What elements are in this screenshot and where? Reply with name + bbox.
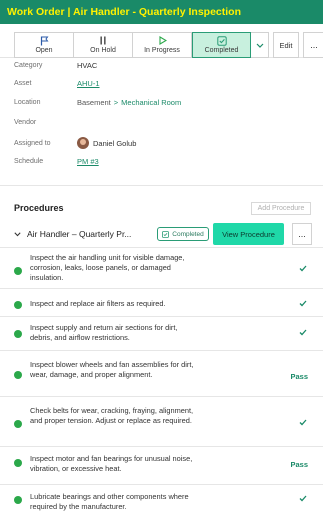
status-completed-label: Completed [204,47,239,54]
procedure-group-header: Air Handler – Quarterly Pr... Completed … [14,223,314,245]
assignee[interactable]: Daniel Golub [77,137,136,149]
procedure-task-row: Check belts for wear, cracking, fraying,… [0,396,323,446]
play-icon [158,35,167,46]
check-icon [299,329,307,338]
status-dropdown-button[interactable] [251,33,268,57]
status-in-progress-button[interactable]: In Progress [133,33,192,57]
check-icon [299,300,307,309]
view-procedure-button[interactable]: View Procedure [213,223,284,245]
vendor-label: Vendor [14,119,37,126]
completed-dot-icon [14,330,22,338]
task-text: Inspect blower wheels and fan assemblies… [30,360,194,379]
procedure-task-row: Inspect motor and fan bearings for unusu… [0,446,323,484]
status-open-label: Open [35,47,53,54]
completed-dot-icon [14,371,22,379]
status-open-button[interactable]: Open [15,33,74,57]
category-label: Category [14,62,43,69]
schedule-link[interactable]: PM #3 [77,157,99,166]
task-text: Inspect supply and return air sections f… [30,323,178,342]
schedule-link-text[interactable]: PM #3 [77,157,99,166]
status-completed-button[interactable]: Completed [192,32,251,58]
task-result: Pass [290,460,308,469]
check-square-icon [216,35,227,46]
assigned-to-label: Assigned to [14,140,51,147]
edit-button[interactable]: Edit [273,32,299,58]
task-text: Inspect motor and fan bearings for unusu… [30,454,193,473]
procedure-task-row: Inspect the air handling unit for visibl… [0,247,323,288]
procedure-more-button[interactable]: ... [292,223,312,245]
location-label: Location [14,99,41,106]
status-toolbar: Open On Hold In Progress Completed Edit [0,24,323,58]
procedure-group-name[interactable]: Air Handler – Quarterly Pr... [27,229,151,239]
check-icon [299,495,307,504]
task-text: Inspect the air handling unit for visibl… [30,253,185,282]
location-link[interactable]: Mechanical Room [121,98,181,107]
location-value: Basement > Mechanical Room [77,98,181,107]
completed-dot-icon [14,301,22,309]
task-text: Check belts for wear, cracking, fraying,… [30,406,194,425]
page-title: Work Order | Air Handler - Quarterly Ins… [0,0,323,24]
check-icon [299,419,307,428]
chevron-down-icon[interactable] [14,230,21,239]
status-badge: Completed [157,227,209,241]
completed-dot-icon [14,459,22,467]
status-selector: Open On Hold In Progress Completed [14,32,269,58]
add-procedure-button[interactable]: Add Procedure [251,202,311,215]
flag-icon [40,35,49,46]
assignee-name: Daniel Golub [93,138,137,148]
location-separator: > [113,98,119,107]
location-parent: Basement [77,98,111,107]
completed-dot-icon [14,496,22,504]
procedure-task-row: Lubricate bearings and other components … [0,484,323,512]
asset-link-text[interactable]: AHU-1 [77,79,100,88]
category-value: HVAC [77,61,98,70]
asset-link[interactable]: AHU-1 [77,79,100,88]
schedule-label: Schedule [14,158,44,165]
procedures-heading: Procedures [14,203,64,213]
status-on-hold-button[interactable]: On Hold [74,33,133,57]
section-divider [0,185,323,186]
status-on-hold-label: On Hold [90,47,116,54]
check-icon [299,265,307,274]
avatar [77,137,89,149]
procedure-task-row: Inspect blower wheels and fan assemblies… [0,350,323,396]
more-options-button[interactable]: ... [303,32,323,58]
status-badge-label: Completed [172,230,204,238]
task-result: Pass [290,372,308,381]
procedure-task-row: Inspect supply and return air sections f… [0,316,323,350]
chevron-down-icon [256,41,264,50]
pause-icon [99,35,107,46]
procedure-task-row: Inspect and replace air filters as requi… [0,288,323,316]
check-square-icon [162,230,170,238]
completed-dot-icon [14,267,22,275]
status-in-progress-label: In Progress [144,47,180,54]
task-text: Inspect and replace air filters as requi… [30,299,166,308]
asset-label: Asset [14,80,32,87]
task-text: Lubricate bearings and other components … [30,492,189,511]
completed-dot-icon [14,420,22,428]
